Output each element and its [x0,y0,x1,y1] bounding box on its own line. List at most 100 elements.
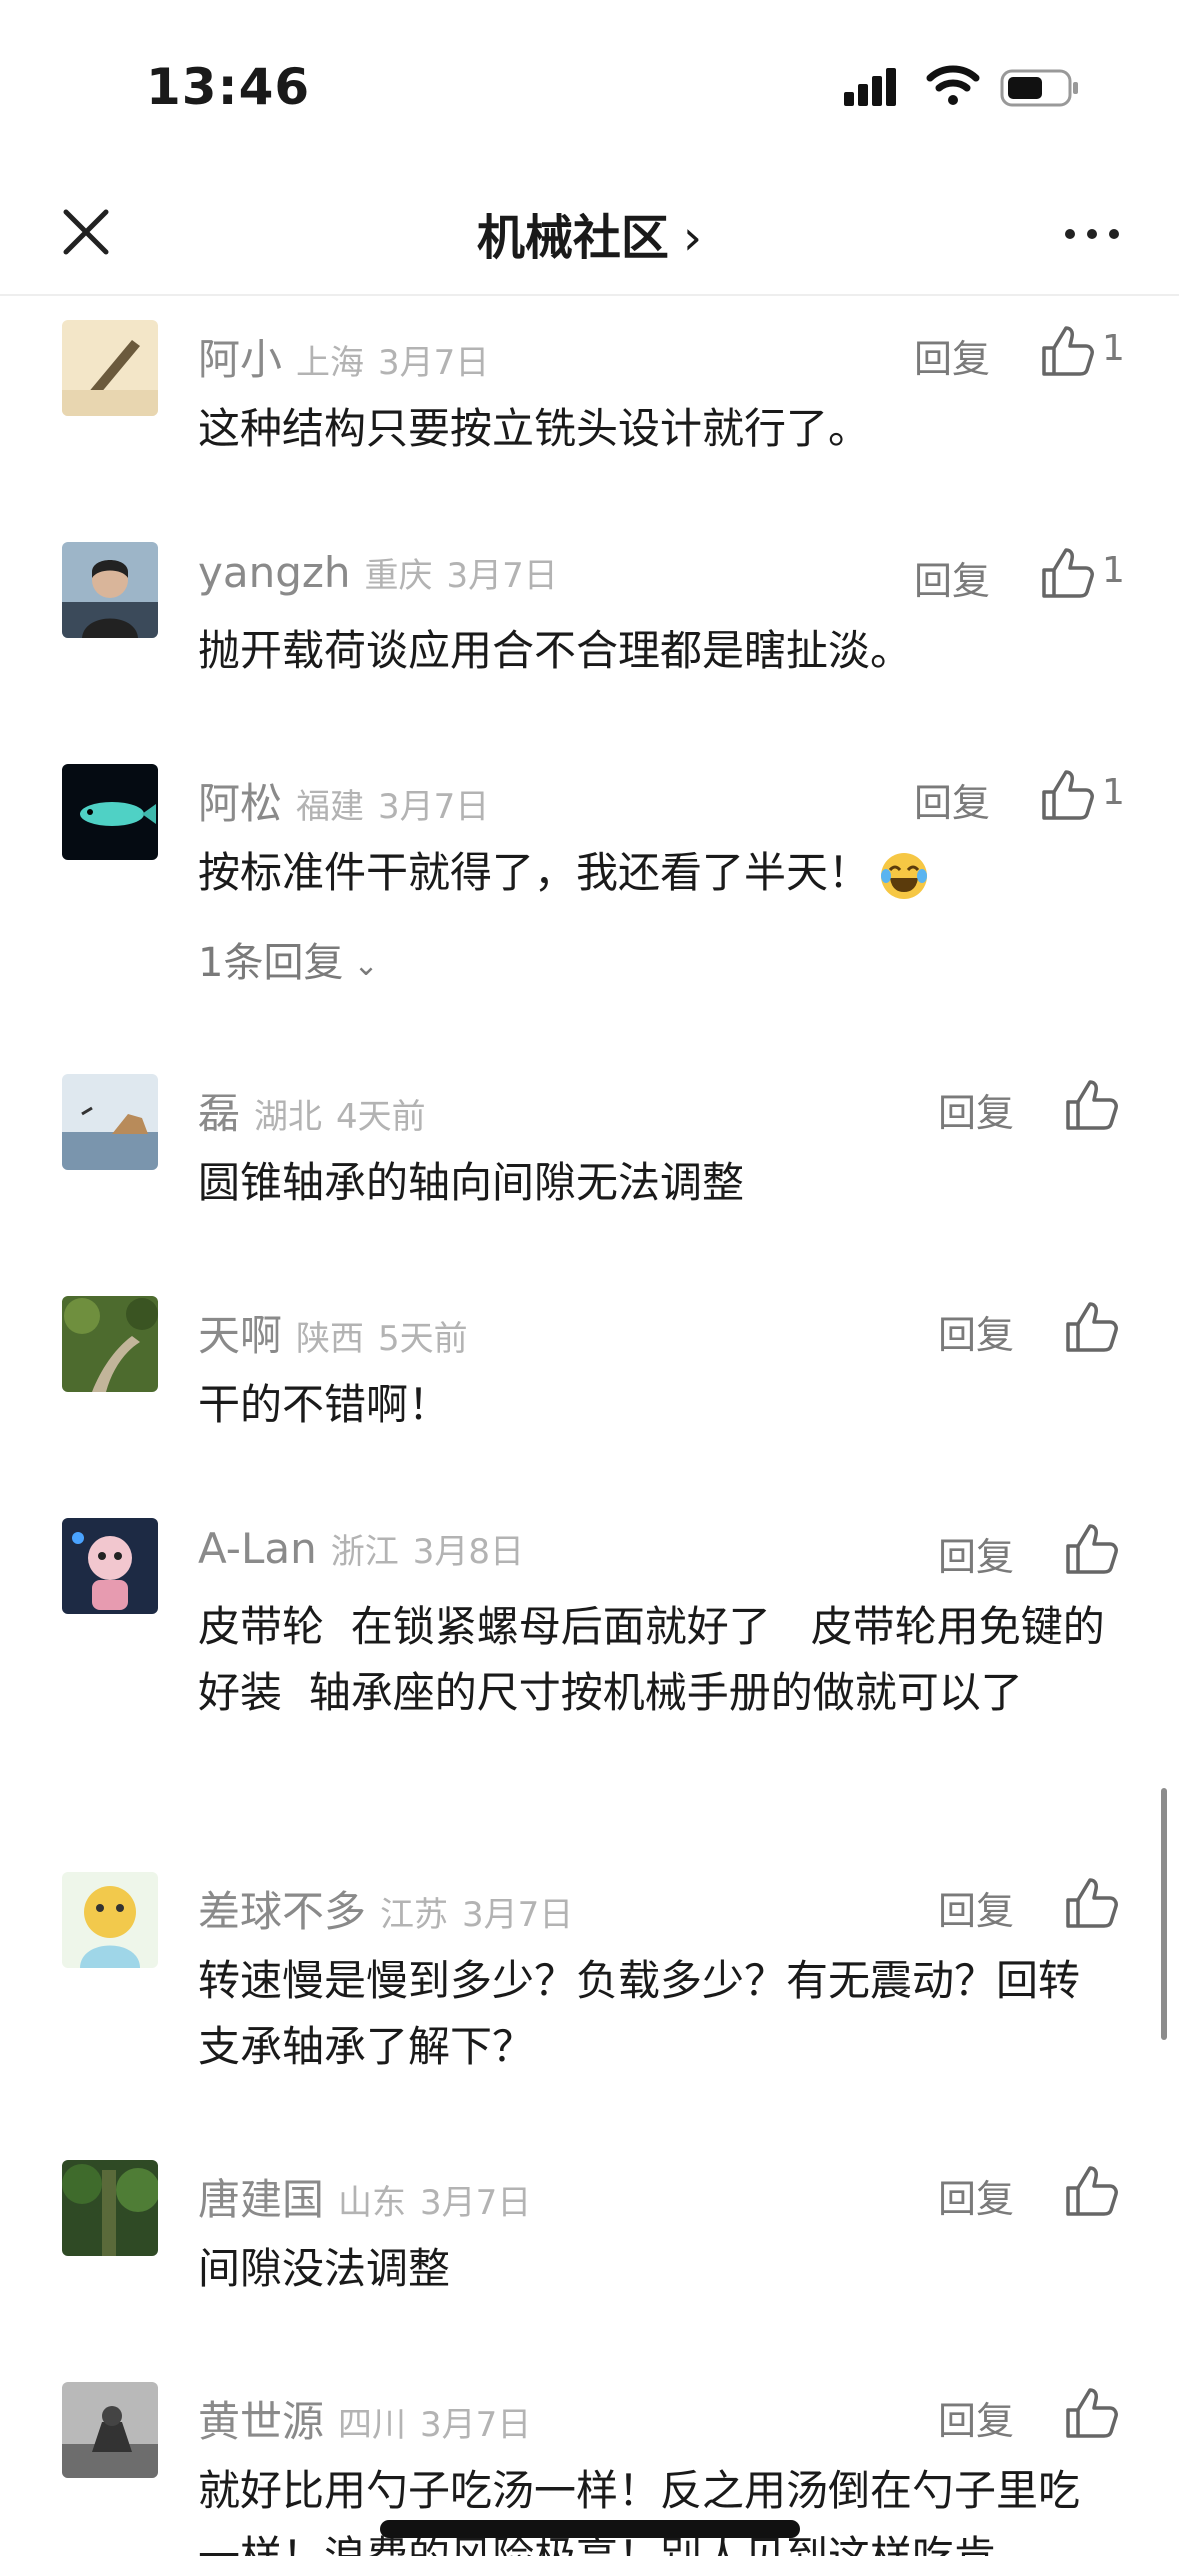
location: 陕西 [296,1319,365,1359]
date: 3月7日 [462,1895,574,1935]
comment-item: 阿松 福建 3月7日 回复 1 按标准件干就得了，我还看了半天！ 1条回复 ⌄ [0,764,1179,1004]
comment-item: 唐建国 山东 3月7日 回复 间隙没法调整 [0,2160,1179,2320]
location: 浙江 [330,1532,399,1572]
date: 3月8日 [412,1532,524,1572]
comment-text: 圆锥轴承的轴向间隙无法调整 [198,1158,745,1207]
like-count: 1 [1102,550,1125,591]
location: 四川 [338,2405,407,2445]
username[interactable]: 磊 [198,1089,240,1138]
comment-item: yangzh 重庆 3月7日 回复 1 抛开载荷谈应用合不合理都是瞎扯淡。 [0,542,1179,702]
page-title: 机械社区 [476,210,669,266]
comment-item: A-Lan 浙江 3月8日 回复 皮带轮 在锁紧螺母后面就好了 皮带轮用免键的好装 … [0,1518,1179,1798]
username[interactable]: 阿小 [198,335,282,384]
chevron-right-icon: › [682,210,703,266]
thumbs-up-icon[interactable] [1038,322,1096,380]
date: 4天前 [336,1097,426,1137]
thumbs-up-icon[interactable] [1062,1298,1120,1356]
status-bar: 13:46 [0,0,1179,150]
reply-button[interactable]: 回复 [914,772,990,827]
more-icon[interactable] [1062,226,1122,242]
reply-button[interactable]: 回复 [938,1304,1014,1359]
username[interactable]: A-Lan [198,1524,317,1573]
comment-meta: 唐建国 山东 3月7日 [198,2166,531,2226]
avatar[interactable] [62,764,158,860]
reply-button[interactable]: 回复 [938,2168,1014,2223]
reply-button[interactable]: 回复 [914,550,990,605]
laughing-tears-emoji [881,852,928,899]
reply-button[interactable]: 回复 [938,1526,1014,1581]
scrollbar[interactable] [1161,1788,1167,2040]
comment-text: 按标准件干就得了，我还看了半天！ [198,840,1118,906]
comment-text: 抛开载荷谈应用合不合理都是瞎扯淡。 [198,626,913,675]
reply-button[interactable]: 回复 [914,328,990,383]
location: 福建 [296,787,365,827]
avatar[interactable] [62,1872,158,1968]
comment-meta: A-Lan 浙江 3月8日 [198,1524,524,1584]
comment-text: 皮带轮 在锁紧螺母后面就好了 皮带轮用免键的好装 轴承座的尺寸按机械手册的做就可… [198,1602,1105,1717]
location: 湖北 [254,1097,323,1137]
view-replies-button[interactable]: 1条回复 ⌄ [198,930,379,988]
comment-item: 阿小 上海 3月7日 回复 1 这种结构只要按立铣头设计就行了。 [0,320,1179,480]
reply-button[interactable]: 回复 [938,1082,1014,1137]
battery-icon [1000,69,1078,107]
chevron-down-icon: ⌄ [353,947,379,983]
cellular-signal-icon [844,68,896,106]
comment-meta: yangzh 重庆 3月7日 [198,548,558,608]
avatar[interactable] [62,2382,158,2478]
comment-meta: 磊湖北 4天前 [198,1080,426,1140]
username[interactable]: 唐建国 [198,2175,324,2224]
username[interactable]: 天啊 [198,1311,282,1360]
username[interactable]: 差球不多 [198,1887,366,1936]
date: 3月7日 [420,2183,532,2223]
nav-bar: 机械社区 › [0,170,1179,296]
community-title-button[interactable]: 机械社区 › [0,198,1179,268]
comment-text: 间隙没法调整 [198,2244,451,2293]
comment-meta: 阿小 上海 3月7日 [198,326,489,386]
username[interactable]: yangzh [198,548,351,597]
comment-meta: 差球不多 江苏 3月7日 [198,1878,573,1938]
thumbs-up-icon[interactable] [1062,2384,1120,2442]
comment-text: 这种结构只要按立铣头设计就行了。 [198,404,871,453]
comment-text: 干的不错啊！ [198,1380,451,1429]
comment-text-content: 按标准件干就得了，我还看了半天！ [198,848,871,897]
location: 山东 [338,2183,407,2223]
date: 3月7日 [378,343,490,383]
avatar[interactable] [62,1296,158,1392]
location: 江苏 [380,1895,449,1935]
location: 重庆 [364,556,433,596]
like-count: 1 [1102,328,1125,369]
username[interactable]: 黄世源 [198,2397,324,2446]
home-indicator[interactable] [380,2520,800,2538]
reply-count: 1条回复 [198,940,344,986]
reply-button[interactable]: 回复 [938,2390,1014,2445]
thumbs-up-icon[interactable] [1038,544,1096,602]
date: 3月7日 [420,2405,532,2445]
date: 5天前 [378,1319,468,1359]
avatar[interactable] [62,1518,158,1614]
avatar[interactable] [62,542,158,638]
comment-meta: 天啊 陕西 5天前 [198,1302,468,1362]
avatar[interactable] [62,320,158,416]
status-time: 13:46 [146,58,311,116]
location: 上海 [296,343,365,383]
thumbs-up-icon[interactable] [1062,2162,1120,2220]
comment-meta: 阿松 福建 3月7日 [198,770,489,830]
thumbs-up-icon[interactable] [1038,766,1096,824]
avatar[interactable] [62,2160,158,2256]
username[interactable]: 阿松 [198,779,282,828]
wifi-icon [926,65,980,105]
like-count: 1 [1102,772,1125,813]
comment-text: 就好比用勺子吃汤一样！反之用汤倒在勺子里吃一样！浪费的风险极高！别人见到这样吃肯 [198,2466,1081,2556]
reply-button[interactable]: 回复 [938,1880,1014,1935]
avatar[interactable] [62,1074,158,1170]
date: 3月7日 [378,787,490,827]
comment-item: 天啊 陕西 5天前 回复 干的不错啊！ [0,1296,1179,1456]
thumbs-up-icon[interactable] [1062,1520,1120,1578]
comment-meta: 黄世源 四川 3月7日 [198,2388,531,2448]
thumbs-up-icon[interactable] [1062,1076,1120,1134]
thumbs-up-icon[interactable] [1062,1874,1120,1932]
date: 3月7日 [446,556,558,596]
comment-item: 差球不多 江苏 3月7日 回复 转速慢是慢到多少？负载多少？有无震动？回转支承轴承了… [0,1872,1179,2092]
comment-item: 磊湖北 4天前 回复 圆锥轴承的轴向间隙无法调整 [0,1074,1179,1234]
comment-text: 转速慢是慢到多少？负载多少？有无震动？回转支承轴承了解下？ [198,1956,1081,2071]
